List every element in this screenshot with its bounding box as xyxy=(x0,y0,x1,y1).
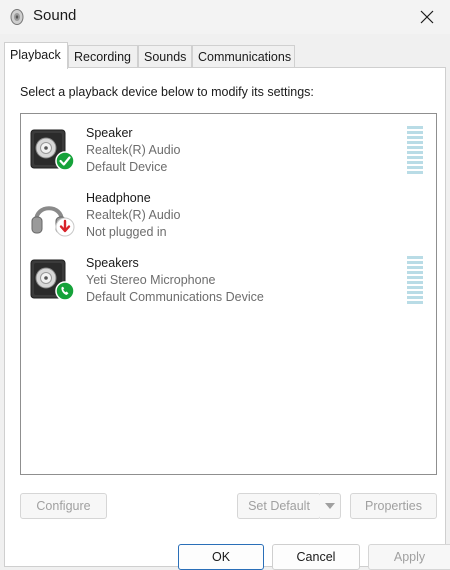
device-headphone[interactable]: Headphone Realtek(R) Audio Not plugged i… xyxy=(21,181,436,243)
device-driver: Yeti Stereo Microphone xyxy=(86,273,216,287)
speaker-default-icon xyxy=(30,129,75,171)
device-name: Speaker xyxy=(86,126,133,140)
headphone-icon xyxy=(31,206,75,237)
device-name: Speakers xyxy=(86,256,139,270)
device-speakers[interactable]: Speakers Yeti Stereo Microphone Default … xyxy=(21,246,436,308)
volume-meter xyxy=(407,256,423,304)
window-title: Sound xyxy=(33,7,77,24)
device-driver: Realtek(R) Audio xyxy=(86,143,181,157)
ok-button[interactable]: OK xyxy=(178,544,264,570)
apply-button[interactable]: Apply xyxy=(368,544,450,570)
speaker-communications-icon xyxy=(30,259,75,301)
properties-button[interactable]: Properties xyxy=(350,493,437,519)
close-icon xyxy=(420,10,434,24)
device-name: Headphone xyxy=(86,191,151,205)
device-speaker[interactable]: Speaker Realtek(R) Audio Default Device xyxy=(21,116,436,178)
instruction-text: Select a playback device below to modify… xyxy=(20,85,314,99)
tab-sounds[interactable]: Sounds xyxy=(138,45,192,67)
device-status: Default Device xyxy=(86,160,168,174)
title-bar: Sound xyxy=(0,0,450,34)
tab-recording[interactable]: Recording xyxy=(68,45,138,67)
device-driver: Realtek(R) Audio xyxy=(86,208,181,222)
device-list[interactable]: Speaker Realtek(R) Audio Default Device … xyxy=(20,113,437,475)
device-status: Default Communications Device xyxy=(86,290,264,304)
chevron-down-icon xyxy=(325,503,335,509)
volume-meter xyxy=(407,126,423,174)
tab-communications[interactable]: Communications xyxy=(192,45,295,67)
close-button[interactable] xyxy=(404,0,450,34)
tab-playback[interactable]: Playback xyxy=(4,42,68,69)
device-status: Not plugged in xyxy=(86,225,167,239)
cancel-button[interactable]: Cancel xyxy=(272,544,360,570)
set-default-button[interactable]: Set Default xyxy=(237,493,321,519)
set-default-dropdown-button[interactable] xyxy=(320,493,341,519)
speaker-icon xyxy=(10,9,24,25)
configure-button[interactable]: Configure xyxy=(20,493,107,519)
